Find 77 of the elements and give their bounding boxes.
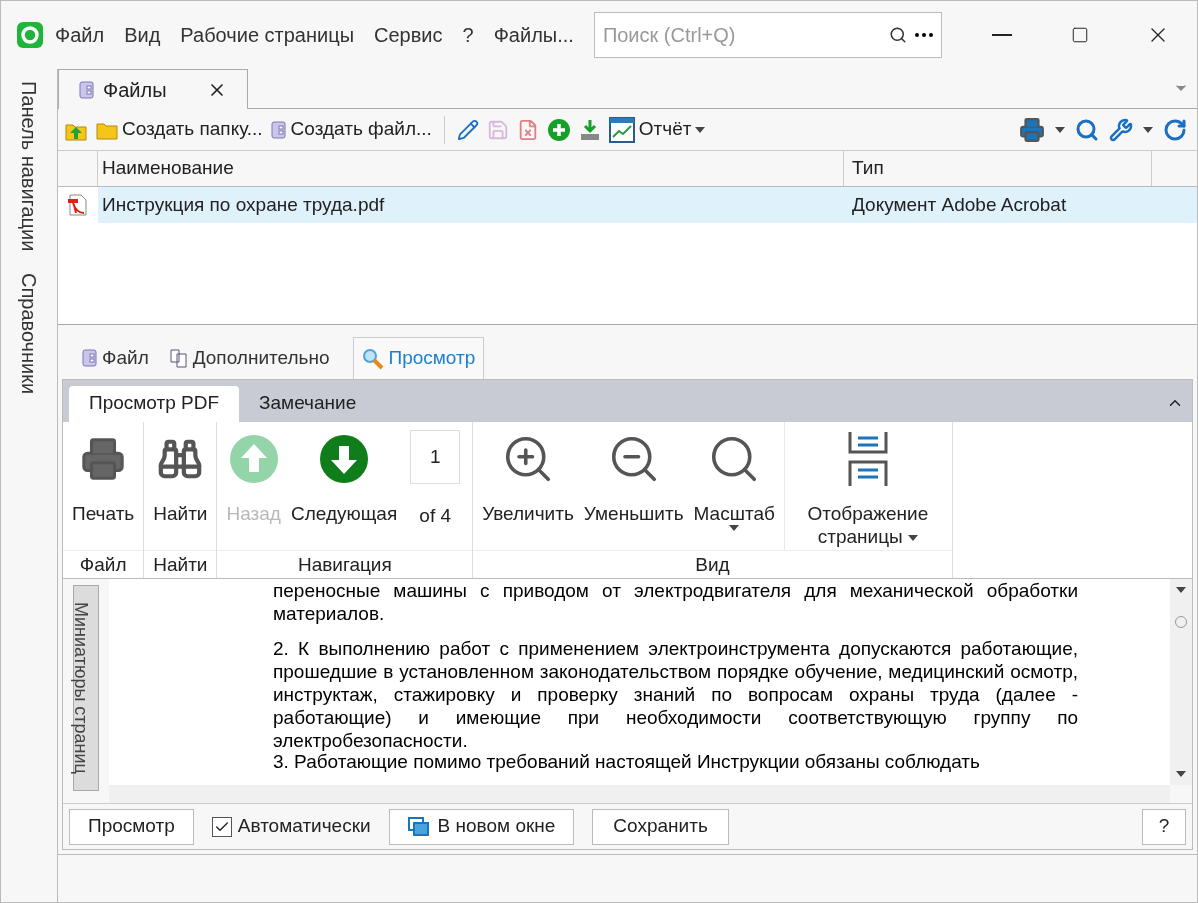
copy-icon [168, 348, 189, 368]
add-icon[interactable] [546, 117, 571, 142]
side-panel-tab[interactable]: Справочники [14, 273, 44, 395]
save-button[interactable]: Сохранить [592, 808, 729, 845]
magnifier-icon [362, 347, 385, 370]
menu-item[interactable]: Файл [55, 20, 105, 50]
zoom-out-button[interactable]: Уменьшить [578, 421, 689, 550]
app-logo-icon [17, 22, 43, 48]
column-header[interactable]: Наименование [98, 151, 844, 186]
help-button[interactable]: ? [1142, 808, 1186, 845]
page-count: of 4 [419, 503, 452, 528]
menu-item[interactable]: ? [462, 20, 474, 50]
auto-checkbox[interactable] [211, 816, 232, 837]
caret-icon [1143, 126, 1153, 133]
layout-button[interactable]: Отображение страницы [783, 421, 948, 550]
document-tab[interactable]: Файлы [58, 69, 248, 109]
caret-icon [695, 126, 706, 133]
file-cabinet-icon [270, 120, 287, 139]
file-cabinet-icon [79, 80, 95, 99]
windows-icon [407, 816, 430, 837]
search-input[interactable]: Поиск (Ctrl+Q) [594, 13, 889, 57]
caret-icon [729, 524, 740, 531]
new-window-button[interactable]: В новом окне [388, 808, 575, 845]
table-cell-text: Инструкция по охране труда.pdf [101, 192, 386, 217]
side-panel-tab[interactable]: Панель навигации [14, 81, 44, 252]
create-folder-button[interactable]: Создать папку... [122, 115, 263, 144]
maximize-icon [1071, 26, 1089, 44]
menu-item[interactable]: Вид [124, 20, 161, 50]
checkbox-label: Автоматически [237, 814, 371, 839]
find-button[interactable]: Найти [148, 421, 213, 550]
page-number-field[interactable]: 1 [410, 429, 461, 484]
refresh-icon[interactable] [1163, 117, 1187, 142]
file-cabinet-icon [82, 349, 98, 367]
panel-tab[interactable]: Файл [74, 337, 157, 379]
scroll-down-icon [1176, 771, 1186, 778]
scale-button[interactable]: Масштаб [688, 421, 780, 550]
save-icon[interactable] [486, 118, 509, 141]
ribbon-group-label: Навигация [217, 549, 473, 578]
menu-item[interactable]: Файлы... [493, 20, 574, 50]
pdf-file-icon [66, 193, 90, 217]
printer-icon[interactable] [1019, 116, 1045, 143]
table-cell-text: Документ Adobe Acrobat [851, 192, 1068, 217]
minimize-icon [992, 34, 1012, 36]
caret-icon [907, 534, 918, 541]
pencil-icon[interactable] [456, 118, 479, 141]
menu-item[interactable]: Сервис [374, 20, 443, 50]
ribbon-group-label: Найти [144, 549, 217, 578]
printer-icon [80, 435, 127, 482]
download-icon[interactable] [578, 117, 601, 142]
ribbon-tab[interactable]: Замечание [239, 385, 377, 422]
search-field[interactable]: Поиск (Ctrl+Q) [593, 12, 942, 58]
menu-item[interactable]: Рабочие страницы [180, 20, 355, 50]
more-icon [914, 33, 933, 37]
preview-button[interactable]: Просмотр [69, 808, 194, 845]
zoom-in-button[interactable]: Увеличить [477, 421, 579, 550]
settings-icon[interactable] [1109, 117, 1133, 142]
pdf-paragraph: 3. Работающие помимо требований настоящей Инструкции обязаны соблюдать [273, 750, 981, 773]
caret-icon [1055, 126, 1065, 133]
ribbon-group-label: Файл [63, 549, 144, 578]
search-icon [888, 26, 907, 44]
panel-tab[interactable]: Просмотр [353, 337, 485, 379]
create-file-button[interactable]: Создать файл... [290, 115, 432, 144]
next-button[interactable]: Следующая [285, 421, 403, 550]
vertical-scrollbar[interactable] [1170, 578, 1192, 786]
pdf-paragraph: 2. К выполнению работ с применением электроинструмента допускаются работающие, прошедшие в установленном законодательством порядке обучение, медицинский осмотр, инструктаж, стажировку и проверку знаний по вопросам охраны труда (далее - работающие) и имеющие при необходимости соответствующую группу по электробезопасности. [273, 636, 1078, 752]
search-icon[interactable] [1075, 117, 1099, 142]
report-button[interactable]: Отчёт [608, 115, 706, 144]
pdf-paragraph: переносные машины с приводом от электродвигателя для механической обработки материалов. [273, 578, 1078, 625]
ribbon-group-label: Вид [473, 549, 952, 578]
print-button[interactable]: Печать [67, 421, 140, 550]
table-row[interactable]: Инструкция по охране труда.pdf Документ Adobe Acrobat [58, 187, 1197, 223]
ribbon-tab[interactable]: Просмотр PDF [69, 385, 240, 422]
horizontal-scrollbar[interactable] [109, 785, 1170, 804]
panel-tab[interactable]: Дополнительно [160, 337, 338, 379]
chart-icon [608, 116, 635, 143]
thumbnails-tab[interactable]: Миниатюры страниц [73, 584, 99, 791]
column-header[interactable]: Тип [844, 151, 1152, 186]
